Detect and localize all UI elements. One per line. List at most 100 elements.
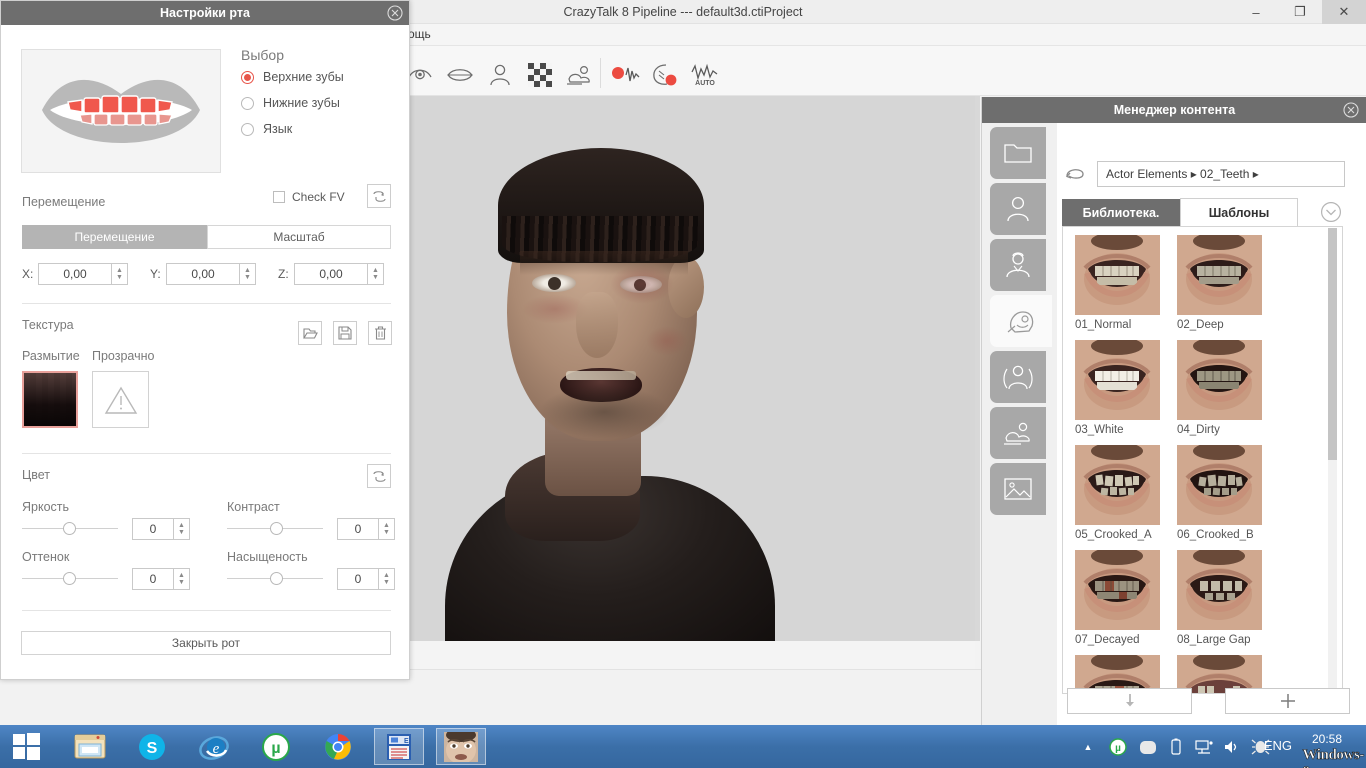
close-icon[interactable]: [1343, 102, 1359, 118]
viewport-bottom-strip: [410, 641, 975, 669]
hue-stepper[interactable]: ▲ ▼: [174, 568, 190, 590]
chevron-up-icon[interactable]: ▲: [1078, 737, 1098, 757]
folder-open-icon[interactable]: [298, 321, 322, 345]
tab-templates[interactable]: Шаблоны: [1180, 198, 1298, 226]
blur-texture-swatch[interactable]: [22, 371, 78, 428]
avatar-icon[interactable]: [480, 58, 520, 92]
radio-lower-teeth[interactable]: Нижние зубы: [241, 96, 340, 110]
sidebar-item-project[interactable]: [990, 127, 1046, 179]
tab-scale[interactable]: Масштаб: [207, 225, 391, 249]
contrast-value[interactable]: 0: [337, 518, 379, 540]
axis-z-stepper[interactable]: ▲ ▼: [368, 263, 384, 285]
taskbar: S e µ E SA ▲ µ EN: [0, 725, 1366, 768]
tray-clock[interactable]: 20:58: [1296, 732, 1358, 746]
taskbar-utorrent[interactable]: µ: [251, 728, 301, 765]
face-puppet-icon[interactable]: [645, 58, 685, 92]
list-item[interactable]: 08_Large Gap: [1177, 550, 1265, 646]
axis-y-input[interactable]: 0,00: [166, 263, 240, 285]
alpha-texture-swatch[interactable]: [92, 371, 149, 428]
check-fv-row[interactable]: Check FV: [273, 190, 345, 204]
sidebar-item-scene[interactable]: [990, 407, 1046, 459]
taskbar-crazytalk[interactable]: [436, 728, 486, 765]
list-item[interactable]: 02_Deep: [1177, 235, 1265, 331]
transform-reset-icon[interactable]: [367, 184, 391, 208]
menu-item-help[interactable]: ощь: [408, 27, 431, 41]
tray-utorrent-icon[interactable]: µ: [1108, 737, 1128, 757]
saturation-value[interactable]: 0: [337, 568, 379, 590]
template-thumbnail[interactable]: [1177, 445, 1262, 525]
axis-x-stepper[interactable]: ▲ ▼: [112, 263, 128, 285]
sidebar-item-head[interactable]: [990, 239, 1046, 291]
tray-volume-icon[interactable]: [1222, 737, 1242, 757]
template-caption: 04_Dirty: [1177, 424, 1220, 436]
list-item[interactable]: 01_Normal: [1075, 235, 1163, 331]
list-item[interactable]: 06_Crooked_B: [1177, 445, 1265, 541]
scene-icon[interactable]: [560, 58, 600, 92]
sidebar-item-face-elements[interactable]: [990, 295, 1052, 347]
auto-motion-icon[interactable]: AUTO: [685, 58, 725, 92]
axis-z-input[interactable]: 0,00: [294, 263, 368, 285]
tray-app-icon[interactable]: [1138, 737, 1158, 757]
taskbar-internet-explorer[interactable]: e: [189, 728, 239, 765]
scrollbar-thumb[interactable]: [1328, 228, 1337, 460]
close-mouth-button[interactable]: Закрыть рот: [21, 631, 391, 655]
template-thumbnail[interactable]: [1075, 235, 1160, 315]
hue-slider[interactable]: [63, 572, 76, 585]
templates-scrollbar[interactable]: [1328, 228, 1337, 692]
list-item[interactable]: 04_Dirty: [1177, 340, 1265, 436]
template-thumbnail[interactable]: [1177, 550, 1262, 630]
axis-x-input[interactable]: 0,00: [38, 263, 112, 285]
saturation-stepper[interactable]: ▲ ▼: [379, 568, 395, 590]
radio-upper-teeth[interactable]: Верхние зубы: [241, 70, 344, 84]
tray-battery-icon[interactable]: [1166, 737, 1186, 757]
windows-logo-icon[interactable]: [0, 725, 52, 768]
maximize-button[interactable]: ❐: [1278, 0, 1322, 24]
mouth-icon[interactable]: [440, 58, 480, 92]
sidebar-item-media[interactable]: [990, 463, 1046, 515]
taskbar-skype[interactable]: S: [127, 728, 177, 765]
save-icon[interactable]: [333, 321, 357, 345]
contrast-slider[interactable]: [270, 522, 283, 535]
taskbar-notepad[interactable]: E: [374, 728, 424, 765]
axis-y-stepper[interactable]: ▲ ▼: [240, 263, 256, 285]
saturation-slider[interactable]: [270, 572, 283, 585]
contrast-stepper[interactable]: ▲ ▼: [379, 518, 395, 540]
add-button[interactable]: [1225, 688, 1350, 714]
chevron-down-circle-icon[interactable]: [1320, 201, 1342, 223]
back-arrow-icon[interactable]: [1060, 161, 1090, 187]
hue-value[interactable]: 0: [132, 568, 174, 590]
radio-tongue[interactable]: Язык: [241, 122, 292, 136]
template-thumbnail[interactable]: [1075, 340, 1160, 420]
sidebar-item-motion[interactable]: [990, 351, 1046, 403]
list-item[interactable]: 03_White: [1075, 340, 1163, 436]
brightness-slider[interactable]: [63, 522, 76, 535]
color-reset-icon[interactable]: [367, 464, 391, 488]
brightness-stepper[interactable]: ▲ ▼: [174, 518, 190, 540]
tab-move[interactable]: Перемещение: [22, 225, 207, 249]
template-thumbnail[interactable]: [1075, 550, 1160, 630]
trash-icon[interactable]: [368, 321, 392, 345]
taskbar-chrome[interactable]: [313, 728, 363, 765]
sidebar-item-actor[interactable]: [990, 183, 1046, 235]
radio-upper-teeth-indicator: [241, 70, 254, 84]
breadcrumb[interactable]: Actor Elements ▸ 02_Teeth ▸: [1097, 161, 1345, 187]
list-item[interactable]: 07_Decayed: [1075, 550, 1163, 646]
list-item[interactable]: 05_Crooked_A: [1075, 445, 1163, 541]
close-button[interactable]: ✕: [1322, 0, 1366, 24]
template-thumbnail[interactable]: [1075, 445, 1160, 525]
brightness-value[interactable]: 0: [132, 518, 174, 540]
3d-viewport[interactable]: [410, 96, 975, 641]
record-voice-icon[interactable]: [605, 58, 645, 92]
close-icon[interactable]: [387, 5, 403, 21]
minimize-button[interactable]: –: [1234, 0, 1278, 24]
check-fv-checkbox[interactable]: [273, 191, 285, 203]
template-thumbnail[interactable]: [1177, 340, 1262, 420]
taskbar-file-explorer[interactable]: [65, 728, 115, 765]
tab-library[interactable]: Библиотека.: [1062, 199, 1180, 226]
tray-language[interactable]: ENG: [1264, 738, 1292, 753]
apply-button[interactable]: [1067, 688, 1192, 714]
checker-icon[interactable]: [520, 58, 560, 92]
template-thumbnail[interactable]: [1177, 235, 1262, 315]
templates-grid-container[interactable]: 01_Normal 02_Deep 03_White 04_Dirty 05_C…: [1062, 226, 1343, 694]
tray-network-icon[interactable]: [1194, 737, 1214, 757]
